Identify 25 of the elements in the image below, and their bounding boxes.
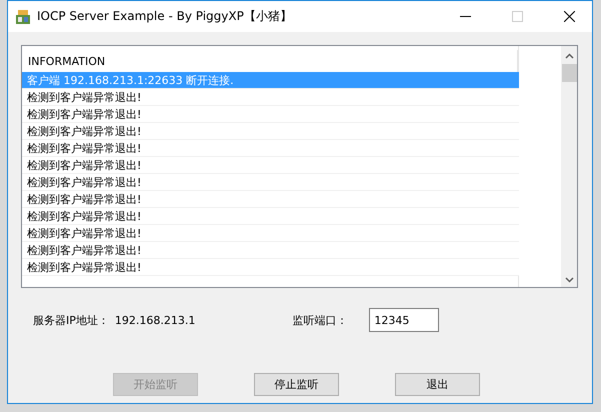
server-ip-value: 192.168.213.1	[114, 314, 196, 326]
action-button[interactable]: 退出	[395, 373, 480, 396]
log-row[interactable]: 检测到客户端异常退出!	[22, 123, 519, 140]
close-icon[interactable]	[564, 11, 574, 22]
log-row[interactable]: 检测到客户端异常退出!	[22, 174, 519, 191]
log-row[interactable]: 检测到客户端异常退出!	[22, 140, 519, 157]
scroll-thumb[interactable]	[562, 64, 576, 82]
action-button[interactable]: 停止监听	[254, 373, 339, 396]
port-field[interactable]: 12345	[369, 308, 440, 332]
window-title: IOCP Server Example - By PiggyXP【小猪】	[37, 8, 293, 25]
log-row[interactable]: 检测到客户端异常退出!	[22, 89, 519, 106]
scrollbar[interactable]	[561, 46, 577, 287]
minimize-icon[interactable]	[460, 16, 470, 17]
scroll-up-icon[interactable]	[564, 53, 574, 59]
log-row[interactable]: 检测到客户端异常退出!	[22, 106, 519, 123]
server-ip-label: 服务器IP地址：	[33, 312, 109, 328]
log-row[interactable]: 检测到客户端异常退出!	[22, 208, 519, 225]
app-icon	[15, 8, 31, 24]
log-row[interactable]: 检测到客户端异常退出!	[22, 157, 519, 174]
log-row[interactable]: 检测到客户端异常退出!	[22, 242, 519, 259]
port-label: 监听端口：	[292, 312, 348, 328]
log-row[interactable]: 检测到客户端异常退出!	[22, 259, 519, 276]
log-row[interactable]: 检测到客户端异常退出!	[22, 191, 519, 208]
scroll-down-icon[interactable]	[564, 277, 574, 283]
log-row[interactable]: 检测到客户端异常退出!	[22, 225, 519, 242]
